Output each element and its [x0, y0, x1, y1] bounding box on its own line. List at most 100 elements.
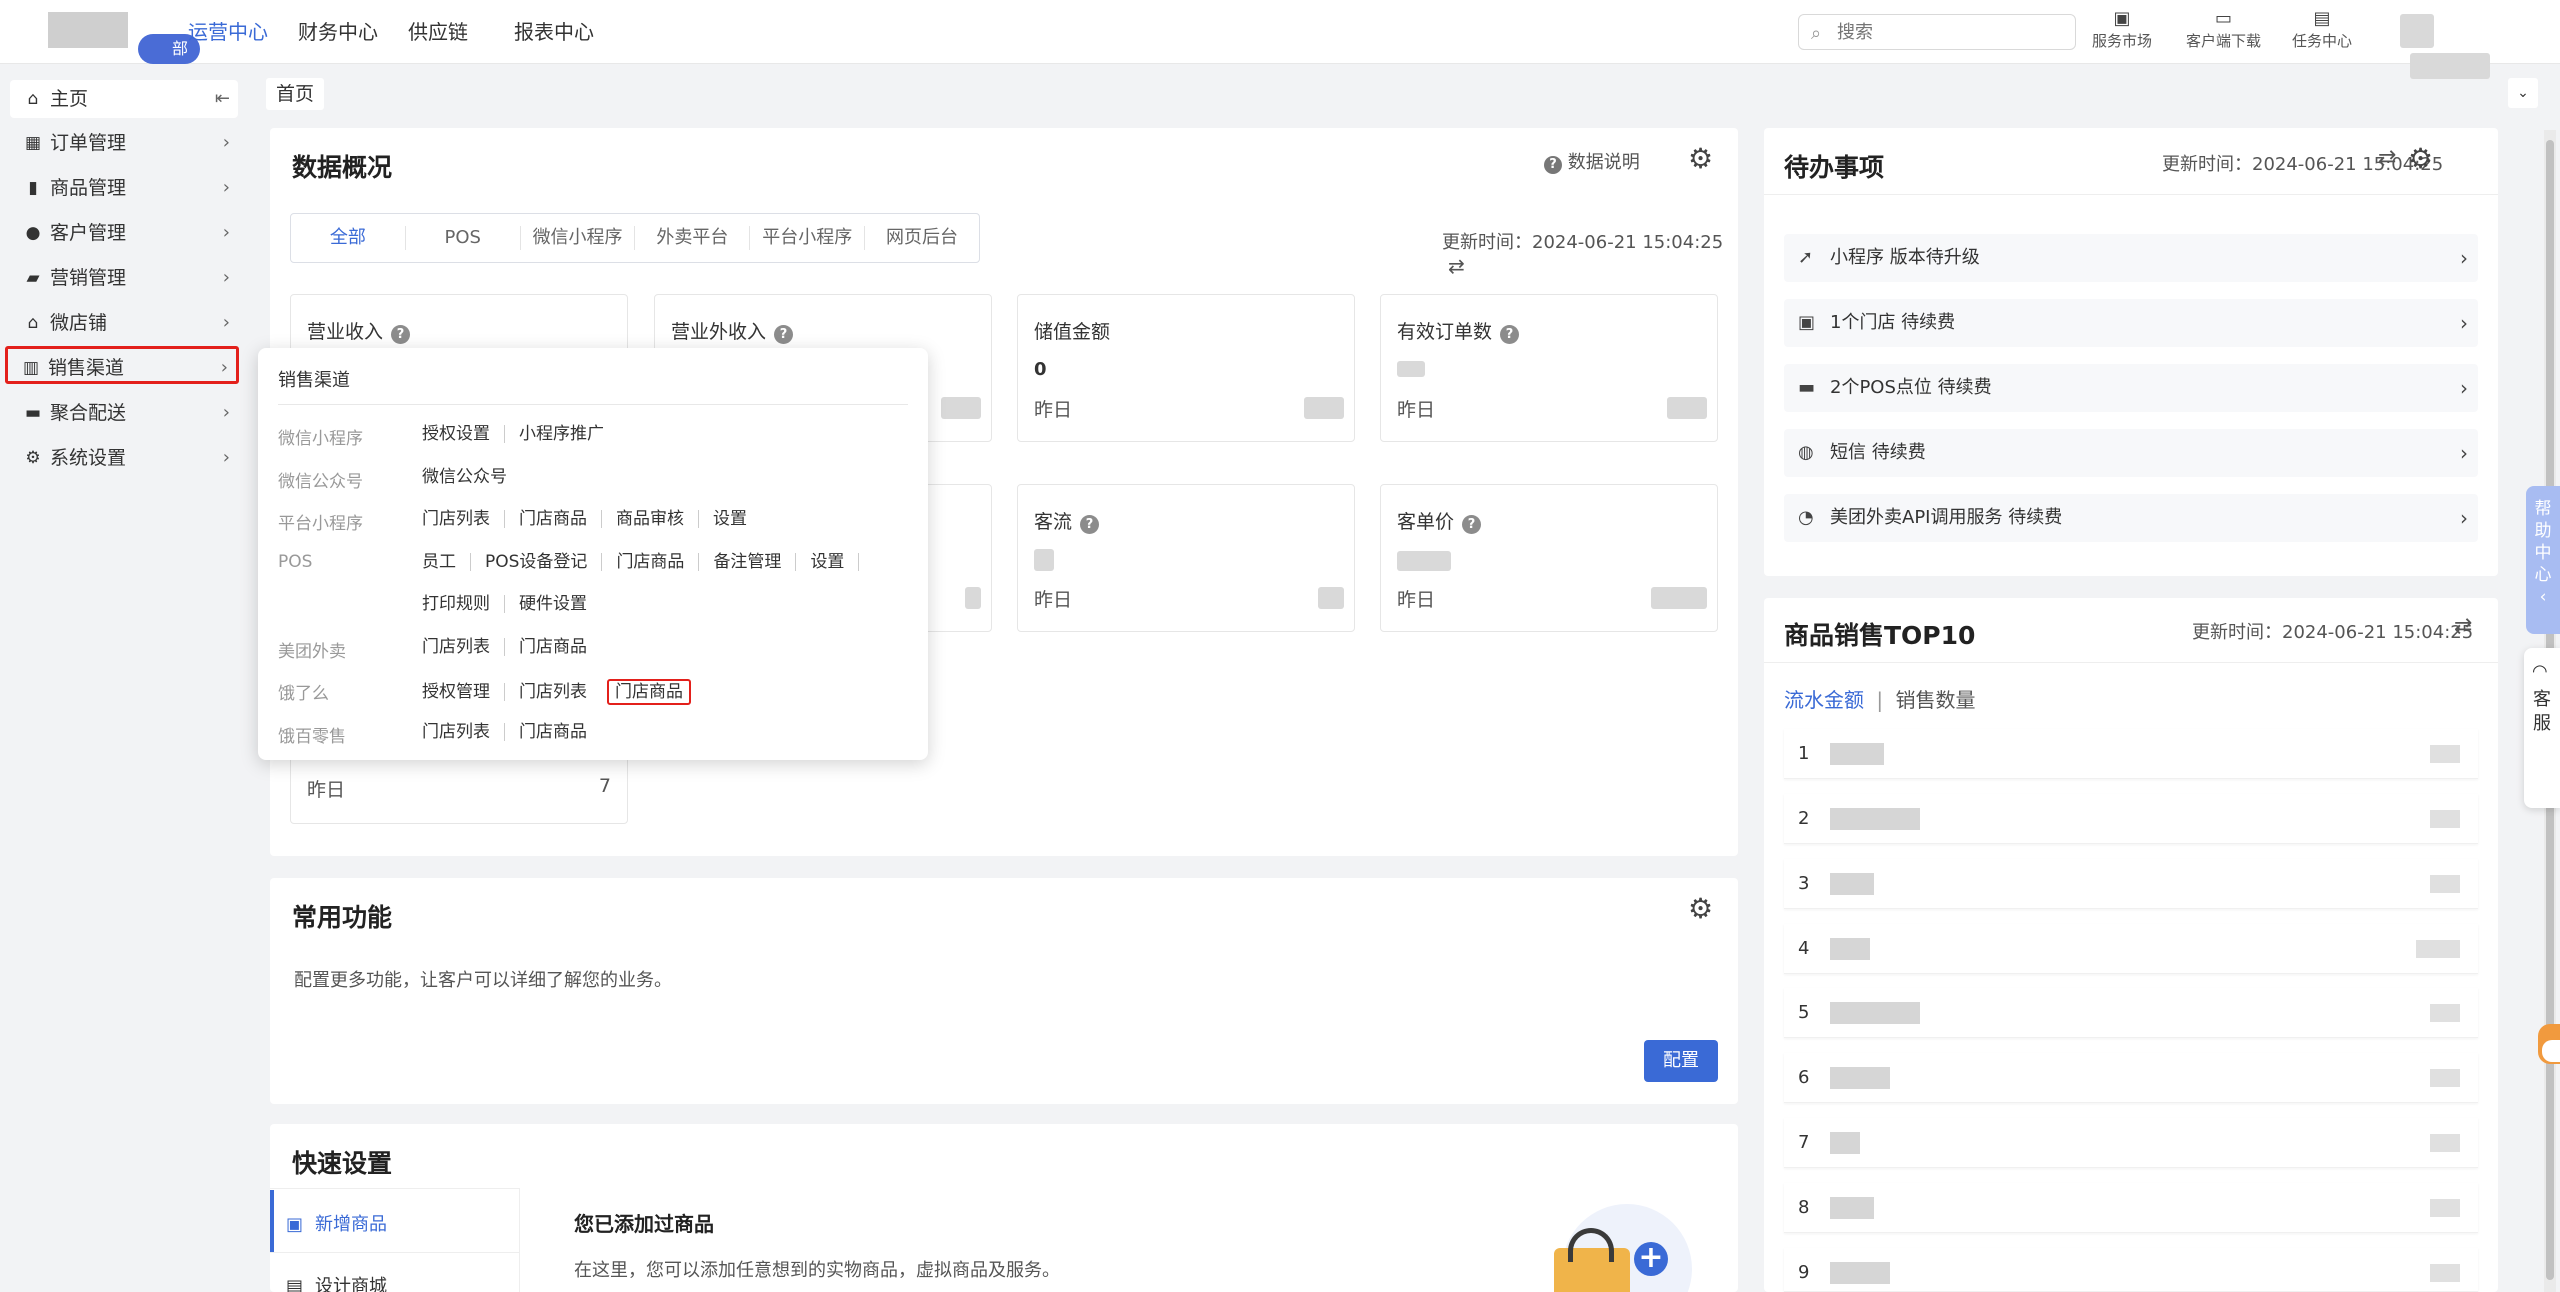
ranking-row[interactable]: 1 [1784, 729, 2478, 779]
tab-amount[interactable]: 流水金额 [1784, 688, 1864, 712]
nav-operations[interactable]: 运营中心 [188, 0, 268, 64]
link-pos-device-register[interactable]: POS设备登记 [485, 553, 603, 571]
logo[interactable]: 部 [40, 10, 200, 64]
search-input[interactable] [1837, 19, 2057, 45]
gear-icon[interactable]: ⚙ [1688, 142, 1713, 175]
rank-product-name [1830, 938, 1870, 960]
ranking-row[interactable]: 5 [1784, 988, 2478, 1038]
help-icon[interactable]: ? [1080, 515, 1100, 534]
link-remark-management[interactable]: 备注管理 [713, 553, 797, 571]
help-center-tab[interactable]: 帮助中心 ‹ [2526, 486, 2560, 634]
tab-pos[interactable]: POS [406, 226, 521, 250]
ranking-row[interactable]: 9 [1784, 1248, 2478, 1292]
sidebar-item-marketing[interactable]: ▰ 营销管理 › [10, 259, 238, 297]
ranking-row[interactable]: 6 [1784, 1053, 2478, 1103]
ranking-row[interactable]: 7 [1784, 1118, 2478, 1168]
data-explain-link[interactable]: ? 数据说明 [1544, 148, 1640, 174]
gear-icon[interactable]: ⚙ [2408, 142, 2433, 175]
ranking-row[interactable]: 3 [1784, 859, 2478, 909]
tab-all[interactable]: 全部 [291, 226, 406, 250]
tab-platform-miniprogram[interactable]: 平台小程序 [750, 226, 866, 250]
rocket-icon: ➚ [1798, 247, 1814, 268]
link-store-list[interactable]: 门店列表 [422, 510, 505, 528]
nav-finance[interactable]: 财务中心 [298, 0, 378, 64]
sidebar-item-customers[interactable]: ● 客户管理 › [10, 214, 238, 252]
help-icon[interactable]: ? [1500, 325, 1520, 344]
refresh-icon[interactable]: ⇄ [2454, 614, 2472, 639]
customer-service-tab[interactable]: ◠ 客服 [2524, 648, 2560, 808]
link-store-list[interactable]: 门店列表 [422, 638, 505, 656]
todo-item[interactable]: ➚ 小程序 版本待升级 › [1784, 234, 2478, 282]
configure-button[interactable]: 配置 [1644, 1040, 1718, 1082]
sidebar-item-delivery[interactable]: ▬ 聚合配送 › [10, 394, 238, 432]
flyout-category: 微信小程序 [278, 429, 363, 449]
rank-value [2416, 940, 2460, 958]
todo-item[interactable]: ▬ 2个POS点位 待续费 › [1784, 364, 2478, 412]
link-goods-review[interactable]: 商品审核 [616, 510, 699, 528]
service-market-button[interactable]: ▣ 服务市场 [2092, 8, 2152, 51]
user-menu[interactable] [2400, 14, 2530, 79]
sidebar-item-settings[interactable]: ⚙ 系统设置 › [10, 439, 238, 477]
link-store-goods[interactable]: 门店商品 [519, 723, 601, 741]
link-hardware-settings[interactable]: 硬件设置 [519, 595, 601, 613]
metric-compare [1318, 587, 1344, 609]
tab-design-mall[interactable]: ▤ 设计商城 [286, 1272, 387, 1292]
tab-new-goods[interactable]: ▣ 新增商品 [286, 1210, 387, 1236]
metric-card[interactable]: 客流? 昨日 [1017, 484, 1355, 632]
todo-item[interactable]: ◍ 短信 待续费 › [1784, 429, 2478, 477]
search-box[interactable]: ⌕ [1798, 14, 2076, 50]
nav-reports[interactable]: 报表中心 [514, 0, 594, 64]
metric-card[interactable]: 储值金额 0 昨日 [1017, 294, 1355, 442]
chevron-down-icon[interactable]: ⌄ [2508, 78, 2538, 108]
tab-quantity[interactable]: 销售数量 [1895, 688, 1975, 712]
breadcrumb-home[interactable]: 首页 [266, 78, 325, 110]
nav-supply-chain[interactable]: 供应链 [408, 0, 468, 64]
store-icon: ▣ [1798, 312, 1816, 333]
refresh-icon[interactable]: ⇄ [2378, 146, 2396, 171]
metric-value: 0 [1034, 359, 1047, 380]
ranking-row[interactable]: 8 [1784, 1183, 2478, 1233]
user-icon: ● [25, 223, 41, 243]
link-store-goods-highlighted[interactable]: 门店商品 [607, 679, 691, 705]
link-auth-settings[interactable]: 授权设置 [422, 425, 505, 443]
link-store-goods[interactable]: 门店商品 [616, 553, 700, 571]
ranking-row[interactable]: 2 [1784, 794, 2478, 844]
sidebar-item-goods[interactable]: ▮ 商品管理 › [10, 169, 238, 207]
link-print-rules[interactable]: 打印规则 [422, 595, 505, 613]
mascot-fox-icon[interactable] [2532, 1010, 2560, 1090]
ranking-row[interactable]: 4 [1784, 924, 2478, 974]
todo-item[interactable]: ◔ 美团外卖API调用服务 待续费 › [1784, 494, 2478, 542]
todo-item[interactable]: ▣ 1个门店 待续费 › [1784, 299, 2478, 347]
refresh-icon[interactable]: ⇄ [1448, 254, 1465, 278]
task-center-button[interactable]: ▤ 任务中心 [2292, 8, 2352, 51]
tab-takeaway[interactable]: 外卖平台 [635, 226, 751, 250]
link-staff[interactable]: 员工 [422, 553, 471, 571]
sidebar-item-sales-channels[interactable]: ▥ 销售渠道 › [5, 346, 239, 384]
link-store-goods[interactable]: 门店商品 [519, 638, 601, 656]
help-icon[interactable]: ? [1462, 515, 1482, 534]
link-official-account[interactable]: 微信公众号 [422, 468, 521, 486]
help-icon[interactable]: ? [391, 325, 411, 344]
link-miniprogram-promo[interactable]: 小程序推广 [519, 425, 618, 443]
tab-wechat-miniprogram[interactable]: 微信小程序 [521, 226, 636, 250]
gear-icon[interactable]: ⚙ [1688, 892, 1713, 925]
client-download-button[interactable]: ▭ 客户端下载 [2186, 8, 2261, 51]
sidebar-item-label: 营销管理 [50, 267, 127, 289]
tab-web-backend[interactable]: 网页后台 [865, 226, 979, 250]
sidebar-item-orders[interactable]: ▦ 订单管理 › [10, 124, 238, 162]
link-store-list[interactable]: 门店列表 [422, 723, 505, 741]
link-auth-management[interactable]: 授权管理 [422, 683, 505, 701]
sidebar-item-home[interactable]: ⌂ 主页 ⇤ [10, 80, 238, 118]
sidebar-item-micro-store[interactable]: ⌂ 微店铺 › [10, 304, 238, 342]
collapse-sidebar-icon[interactable]: ⇤ [215, 80, 230, 118]
metric-card[interactable]: 有效订单数? 昨日 [1380, 294, 1718, 442]
help-icon[interactable]: ? [774, 325, 794, 344]
gear-icon: ⚙ [25, 448, 41, 468]
top10-update-time: 更新时间：2024-06-21 15:04:25 [2192, 622, 2474, 643]
link-settings[interactable]: 设置 [713, 510, 761, 528]
link-settings[interactable]: 设置 [810, 553, 860, 571]
link-store-goods[interactable]: 门店商品 [519, 510, 602, 528]
link-store-list[interactable]: 门店列表 [519, 683, 601, 701]
divider [1764, 662, 2498, 663]
metric-card[interactable]: 客单价? 昨日 [1380, 484, 1718, 632]
